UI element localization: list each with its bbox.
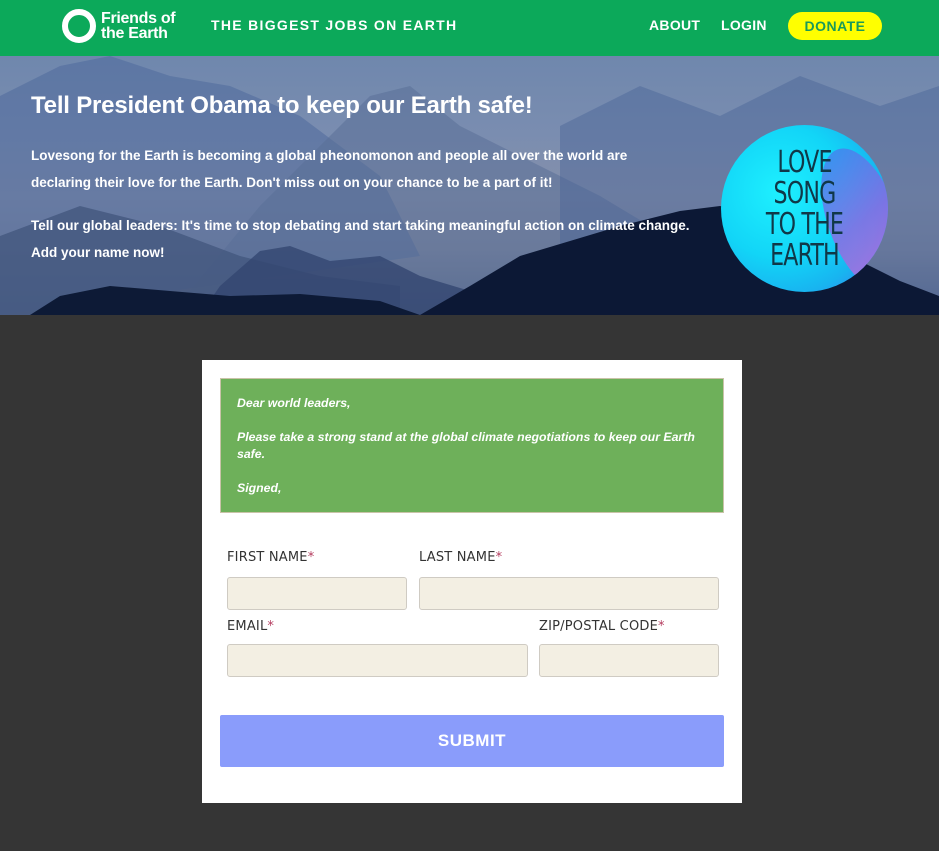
- love-song-to-the-earth-badge: LOVE SONG TO THE EARTH: [721, 125, 888, 292]
- first-name-label: FIRST NAME*: [227, 550, 315, 565]
- hero-banner: Tell President Obama to keep our Earth s…: [0, 56, 939, 315]
- hero-title: Tell President Obama to keep our Earth s…: [31, 92, 533, 119]
- letter-body: Please take a strong stand at the global…: [237, 430, 695, 461]
- first-name-input[interactable]: [227, 577, 407, 610]
- nav-login-link[interactable]: LOGIN: [721, 17, 767, 33]
- required-asterisk: *: [267, 619, 275, 634]
- required-asterisk: *: [495, 550, 503, 565]
- top-navigation-bar: Friends of the Earth THE BIGGEST JOBS ON…: [0, 0, 939, 56]
- logo-link[interactable]: Friends of the Earth: [62, 9, 176, 43]
- hero-paragraph-2: Tell our global leaders: It's time to st…: [31, 218, 690, 260]
- badge-text: LOVE SONG TO THE EARTH: [736, 147, 873, 271]
- petition-form: Dear world leaders, Please take a strong…: [202, 360, 742, 803]
- zip-label: ZIP/POSTAL CODE*: [539, 619, 665, 634]
- badge-line: EARTH: [770, 238, 840, 273]
- logo-ring-icon: [62, 9, 96, 43]
- last-name-input[interactable]: [419, 577, 719, 610]
- logo-text: Friends of the Earth: [101, 11, 176, 42]
- donate-button[interactable]: DONATE: [788, 12, 882, 40]
- tagline-link[interactable]: THE BIGGEST JOBS ON EARTH: [211, 17, 457, 33]
- required-asterisk: *: [307, 550, 315, 565]
- badge-line: TO THE: [765, 207, 844, 242]
- email-input[interactable]: [227, 644, 528, 677]
- email-label: EMAIL*: [227, 619, 275, 634]
- petition-letter: Dear world leaders, Please take a strong…: [220, 378, 724, 513]
- badge-line: SONG: [773, 176, 837, 211]
- letter-salutation: Dear world leaders,: [237, 396, 351, 410]
- last-name-label: LAST NAME*: [419, 550, 503, 565]
- zip-input[interactable]: [539, 644, 719, 677]
- required-asterisk: *: [658, 619, 665, 634]
- nav-about-link[interactable]: ABOUT: [649, 17, 700, 33]
- letter-closing: Signed,: [237, 481, 282, 495]
- submit-button[interactable]: SUBMIT: [220, 715, 724, 767]
- hero-paragraph-1: Lovesong for the Earth is becoming a glo…: [31, 148, 628, 190]
- badge-line: LOVE: [777, 145, 832, 180]
- logo-line-2: the Earth: [101, 25, 168, 42]
